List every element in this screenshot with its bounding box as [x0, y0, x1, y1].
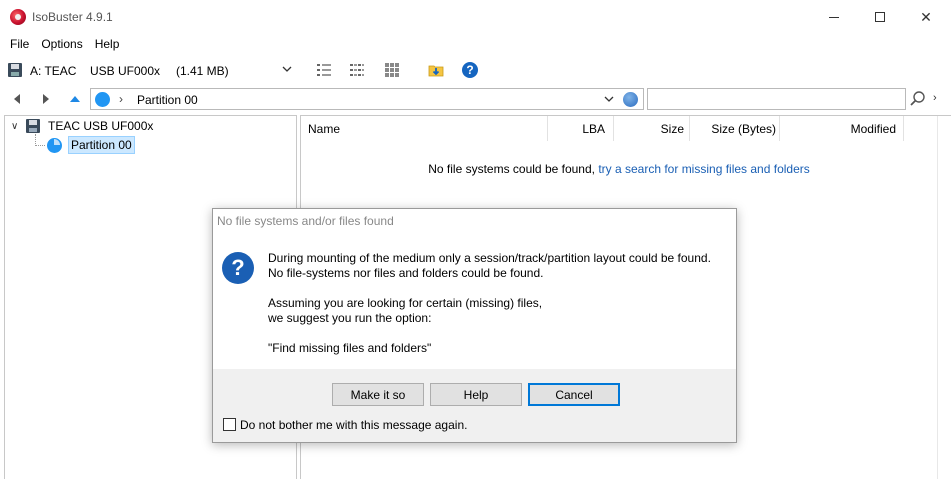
search-options-chevron-icon[interactable]: › — [933, 92, 937, 104]
go-icon[interactable] — [623, 92, 638, 107]
partition-icon — [47, 137, 62, 153]
dialog-line: Assuming you are looking for certain (mi… — [268, 296, 543, 310]
maximize-button[interactable] — [857, 0, 903, 34]
no-filesystem-text: No file systems could be found, — [428, 162, 599, 176]
tree-device-label: TEAC USB UF000x — [48, 119, 154, 133]
dialog-line: During mounting of the medium only a ses… — [268, 251, 711, 265]
close-button[interactable]: ✕ — [903, 0, 949, 34]
column-header-modified[interactable]: Modified — [780, 116, 904, 141]
column-header-size[interactable]: Size — [614, 116, 690, 141]
drive-letter: A: TEAC — [30, 64, 77, 78]
help-button[interactable]: Help — [430, 383, 522, 406]
column-header-lba[interactable]: LBA — [548, 116, 614, 141]
dialog-title: No file systems and/or files found — [217, 214, 394, 228]
minimize-button[interactable] — [811, 0, 857, 34]
tree-item-device[interactable]: ∨ TEAC USB UF000x — [11, 118, 155, 134]
drive-select[interactable]: A: TEAC USB UF000x (1.41 MB) — [4, 58, 300, 82]
do-not-bother-label[interactable]: Do not bother me with this message again… — [240, 418, 467, 432]
search-input[interactable] — [647, 88, 906, 110]
forward-arrow-icon[interactable] — [39, 92, 53, 106]
dialog-line: we suggest you run the option: — [268, 311, 432, 325]
menu-help[interactable]: Help — [89, 34, 126, 54]
navigation-bar: › Partition 00 › — [0, 86, 951, 112]
path-text: Partition 00 — [137, 93, 198, 107]
dialog-message: During mounting of the medium only a ses… — [268, 251, 728, 356]
chevron-down-icon[interactable] — [603, 93, 615, 105]
extract-folder-icon[interactable] — [428, 62, 444, 78]
column-header-size-bytes[interactable]: Size (Bytes) — [690, 116, 780, 141]
dialog-line: No file-systems nor files and folders co… — [268, 266, 544, 280]
dialog-line: "Find missing files and folders" — [268, 341, 432, 355]
icon-view-icon[interactable] — [384, 62, 400, 78]
do-not-bother-checkbox[interactable] — [223, 418, 236, 431]
details-view-icon[interactable] — [316, 62, 332, 78]
tree-item-partition[interactable]: Partition 00 — [47, 136, 135, 154]
cancel-button[interactable]: Cancel — [528, 383, 620, 406]
search-icon[interactable] — [908, 90, 928, 108]
toolbar: A: TEAC USB UF000x (1.41 MB) ? — [0, 56, 951, 84]
menu-file[interactable]: File — [4, 34, 35, 54]
drive-size: (1.41 MB) — [176, 64, 229, 78]
vertical-scrollbar[interactable] — [937, 116, 951, 479]
question-icon: ? — [222, 252, 254, 284]
empty-list-message: No file systems could be found, try a se… — [301, 162, 937, 176]
up-arrow-icon[interactable] — [68, 92, 82, 106]
floppy-drive-icon — [8, 63, 22, 77]
list-view-icon[interactable] — [349, 62, 365, 78]
chevron-right-icon: › — [119, 92, 123, 106]
isobuster-logo-icon — [10, 9, 26, 25]
partition-icon — [95, 92, 110, 107]
minimize-icon — [829, 16, 839, 18]
maximize-icon — [875, 12, 885, 22]
path-bar[interactable]: › Partition 00 — [90, 88, 644, 110]
column-header-name[interactable]: Name — [301, 116, 548, 141]
dialog-footer: Make it so Help Cancel Do not bother me … — [213, 369, 736, 442]
tree-partition-label: Partition 00 — [68, 136, 135, 154]
floppy-drive-icon — [26, 119, 40, 133]
menu-options[interactable]: Options — [35, 34, 88, 54]
no-filesystem-dialog: No file systems and/or files found ? Dur… — [212, 208, 737, 443]
title-bar: IsoBuster 4.9.1 ✕ — [0, 0, 951, 34]
make-it-so-button[interactable]: Make it so — [332, 383, 424, 406]
tree-connector — [35, 134, 45, 146]
drive-name: USB UF000x — [90, 64, 161, 78]
collapse-icon[interactable]: ∨ — [11, 121, 21, 132]
back-arrow-icon[interactable] — [10, 92, 24, 106]
close-icon: ✕ — [920, 8, 932, 25]
menu-bar: File Options Help — [0, 34, 951, 54]
search-missing-files-link[interactable]: try a search for missing files and folde… — [598, 162, 809, 176]
help-icon[interactable]: ? — [462, 62, 478, 78]
chevron-down-icon — [282, 66, 292, 72]
window-title: IsoBuster 4.9.1 — [32, 10, 113, 24]
